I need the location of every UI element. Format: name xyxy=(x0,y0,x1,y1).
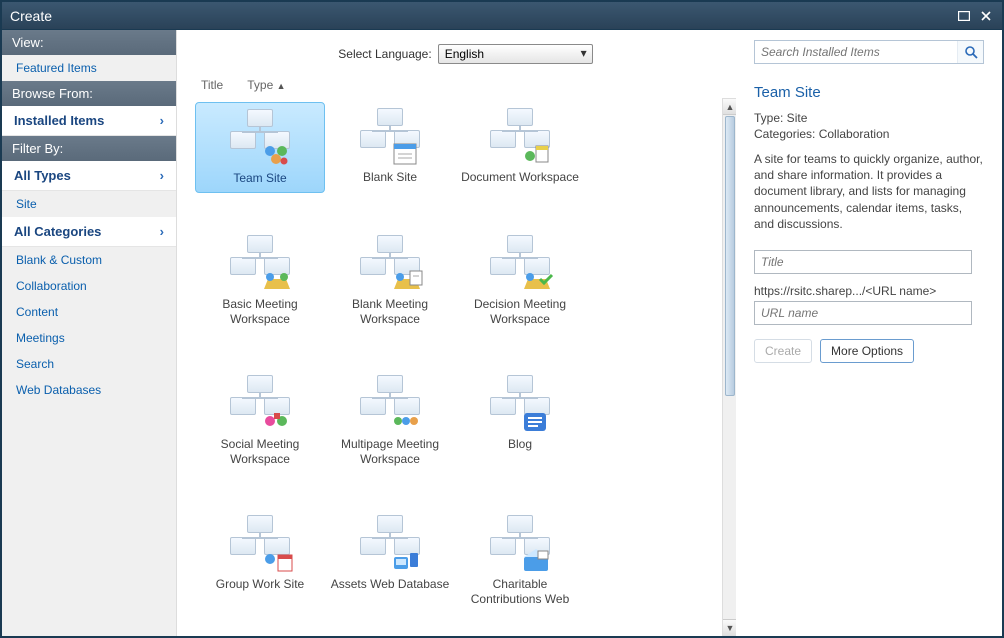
detail-title: Team Site xyxy=(754,84,984,101)
site-template-icon xyxy=(354,375,426,431)
sidebar-item-featured[interactable]: Featured Items xyxy=(2,55,176,81)
sidebar-item-blank-custom[interactable]: Blank & Custom xyxy=(2,247,176,273)
sidebar-item-collaboration[interactable]: Collaboration xyxy=(2,273,176,299)
tile-label: Decision Meeting Workspace xyxy=(457,297,583,327)
sidebar-installed-items[interactable]: Installed Items › xyxy=(2,106,176,136)
site-template-icon xyxy=(484,375,556,431)
tile-label: Team Site xyxy=(233,171,286,186)
tile-blank-site[interactable]: Blank Site xyxy=(325,102,455,193)
create-button[interactable]: Create xyxy=(754,339,812,363)
maximize-icon[interactable] xyxy=(956,9,972,23)
details-pane: Team Site Type: Site Categories: Collabo… xyxy=(742,30,1002,636)
sidebar-browse-header: Browse From: xyxy=(2,81,176,106)
tile-social-meeting-workspace[interactable]: Social Meeting Workspace xyxy=(195,369,325,473)
search-button[interactable] xyxy=(957,41,983,63)
site-template-icon xyxy=(484,235,556,291)
sidebar: View: Featured Items Browse From: Instal… xyxy=(2,30,177,636)
sidebar-all-types[interactable]: All Types › xyxy=(2,161,176,191)
tile-label: Multipage Meeting Workspace xyxy=(327,437,453,467)
detail-type: Type: Site xyxy=(754,111,984,125)
detail-categories: Categories: Collaboration xyxy=(754,127,984,141)
url-hint: https://rsitc.sharep.../<URL name> xyxy=(754,284,984,298)
sort-asc-icon: ▲ xyxy=(277,81,286,91)
main-panel: Select Language: English Title Type ▲ Te… xyxy=(177,30,742,636)
chevron-right-icon: › xyxy=(160,113,164,128)
template-grid: Team Site Blank Site Document Workspace Bas… xyxy=(195,98,736,617)
sidebar-all-types-label: All Types xyxy=(14,168,71,183)
scroll-down-icon[interactable]: ▼ xyxy=(723,619,736,635)
site-template-icon xyxy=(484,108,556,164)
tile-group-work-site[interactable]: Group Work Site xyxy=(195,509,325,613)
column-headers: Title Type ▲ xyxy=(195,78,736,98)
col-title[interactable]: Title xyxy=(201,78,223,92)
search-icon xyxy=(964,45,978,59)
language-select[interactable]: English xyxy=(438,44,593,64)
tile-basic-meeting-workspace[interactable]: Basic Meeting Workspace xyxy=(195,229,325,333)
tile-multipage-meeting-workspace[interactable]: Multipage Meeting Workspace xyxy=(325,369,455,473)
close-icon[interactable] xyxy=(978,9,994,23)
chevron-right-icon: › xyxy=(160,168,164,183)
language-label: Select Language: xyxy=(338,47,431,61)
sidebar-item-site[interactable]: Site xyxy=(2,191,176,217)
search-input[interactable] xyxy=(755,41,957,63)
tile-label: Charitable Contributions Web xyxy=(457,577,583,607)
tile-label: Basic Meeting Workspace xyxy=(197,297,323,327)
site-template-icon xyxy=(224,109,296,165)
tile-document-workspace[interactable]: Document Workspace xyxy=(455,102,585,193)
tile-label: Assets Web Database xyxy=(331,577,450,592)
tile-label: Document Workspace xyxy=(461,170,579,185)
window-title: Create xyxy=(10,8,950,24)
sidebar-all-categories[interactable]: All Categories › xyxy=(2,217,176,247)
sidebar-filter-header: Filter By: xyxy=(2,136,176,161)
tile-label: Blog xyxy=(508,437,532,452)
tile-label: Group Work Site xyxy=(216,577,304,592)
sidebar-all-categories-label: All Categories xyxy=(14,224,101,239)
titlebar: Create xyxy=(2,2,1002,30)
site-template-icon xyxy=(354,108,426,164)
more-options-button[interactable]: More Options xyxy=(820,339,914,363)
chevron-right-icon: › xyxy=(160,224,164,239)
scroll-up-icon[interactable]: ▲ xyxy=(723,99,736,115)
col-type[interactable]: Type ▲ xyxy=(247,78,285,92)
site-template-icon xyxy=(224,235,296,291)
sidebar-item-meetings[interactable]: Meetings xyxy=(2,325,176,351)
site-template-icon xyxy=(354,515,426,571)
tile-team-site[interactable]: Team Site xyxy=(195,102,325,193)
sidebar-installed-label: Installed Items xyxy=(14,113,104,128)
site-template-icon xyxy=(354,235,426,291)
site-template-icon xyxy=(224,515,296,571)
sidebar-item-web-databases[interactable]: Web Databases xyxy=(2,377,176,403)
language-value: English xyxy=(445,47,484,61)
sidebar-item-content[interactable]: Content xyxy=(2,299,176,325)
title-field[interactable] xyxy=(754,250,972,274)
tile-blank-meeting-workspace[interactable]: Blank Meeting Workspace xyxy=(325,229,455,333)
tile-label: Social Meeting Workspace xyxy=(197,437,323,467)
scroll-thumb[interactable] xyxy=(725,116,735,396)
site-template-icon xyxy=(224,375,296,431)
tile-label: Blank Meeting Workspace xyxy=(327,297,453,327)
tile-assets-web-database[interactable]: Assets Web Database xyxy=(325,509,455,613)
tile-label: Blank Site xyxy=(363,170,417,185)
sidebar-item-search[interactable]: Search xyxy=(2,351,176,377)
tile-blog[interactable]: Blog xyxy=(455,369,585,473)
tile-charitable-contributions-web[interactable]: Charitable Contributions Web xyxy=(455,509,585,613)
url-field[interactable] xyxy=(754,301,972,325)
detail-description: A site for teams to quickly organize, au… xyxy=(754,151,984,232)
tile-decision-meeting-workspace[interactable]: Decision Meeting Workspace xyxy=(455,229,585,333)
site-template-icon xyxy=(484,515,556,571)
sidebar-view-header: View: xyxy=(2,30,176,55)
search-box xyxy=(754,40,984,64)
scrollbar[interactable]: ▲ ▼ xyxy=(722,98,736,636)
